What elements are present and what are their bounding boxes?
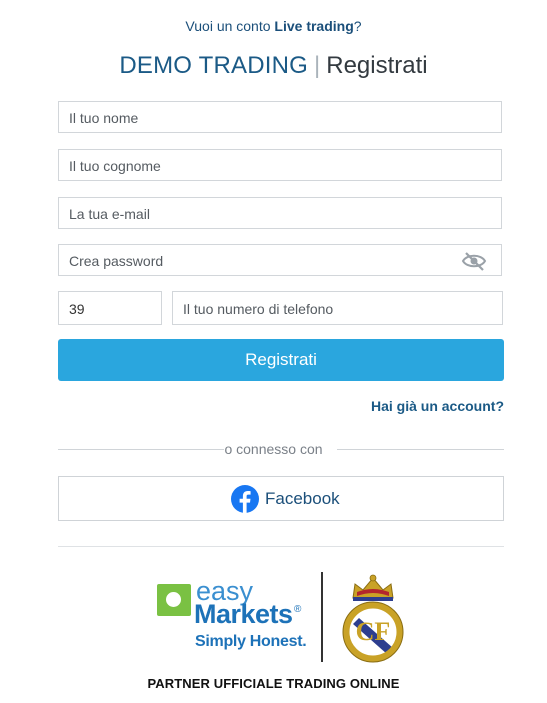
prompt-prefix: Vuoi un conto: [185, 18, 275, 34]
register-button[interactable]: Registrati: [58, 339, 504, 381]
title-sub: Registrati: [326, 52, 428, 79]
live-trading-prompt: Vuoi un conto Live trading?: [0, 18, 547, 34]
phone-field[interactable]: Il tuo numero di telefono: [172, 291, 503, 325]
page-title: DEMO TRADING | Registrati: [0, 52, 547, 80]
last-name-field[interactable]: Il tuo cognome: [58, 149, 502, 181]
password-placeholder: Crea password: [69, 253, 164, 269]
real-madrid-crest: CF: [342, 574, 404, 663]
easymarkets-logo: [157, 584, 191, 616]
phone-placeholder: Il tuo numero di telefono: [183, 301, 334, 317]
prompt-suffix: ?: [353, 18, 362, 34]
divider-line-right: [337, 449, 504, 450]
brand-markets: Markets: [194, 599, 293, 629]
country-code-field[interactable]: 39: [58, 291, 162, 325]
facebook-label: Facebook: [265, 489, 340, 508]
email-field[interactable]: La tua e-mail: [58, 197, 502, 229]
footer-divider: [58, 546, 504, 547]
eye-slash-icon[interactable]: [461, 251, 487, 271]
brand-registered-mark: ®: [294, 604, 302, 615]
password-field[interactable]: Crea password: [58, 244, 502, 276]
live-trading-link[interactable]: Live trading: [274, 18, 353, 34]
login-link[interactable]: Hai già un account?: [371, 398, 504, 414]
first-name-field[interactable]: Il tuo nome: [58, 101, 502, 133]
facebook-button[interactable]: Facebook: [58, 476, 504, 521]
title-main: DEMO TRADING: [119, 52, 309, 79]
email-placeholder: La tua e-mail: [69, 206, 150, 222]
facebook-icon: [231, 485, 259, 513]
logo-separator: [321, 572, 323, 662]
country-code-value: 39: [69, 301, 85, 317]
partner-text: PARTNER UFFICIALE TRADING ONLINE: [147, 676, 400, 691]
first-name-placeholder: Il tuo nome: [69, 110, 139, 126]
title-separator: |: [314, 52, 321, 79]
svg-text:CF: CF: [356, 617, 391, 646]
brand-tagline: Simply Honest.: [195, 633, 307, 650]
last-name-placeholder: Il tuo cognome: [69, 158, 161, 174]
